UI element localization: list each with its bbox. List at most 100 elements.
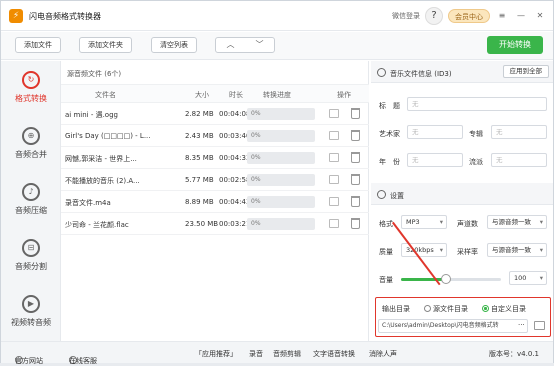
table-row[interactable]: ai mini - 遇.ogg 2.82 MB 00:04:08 0% bbox=[61, 103, 369, 125]
col-duration: 时长 bbox=[229, 91, 243, 99]
output-source-radio[interactable]: 源文件目录 bbox=[424, 304, 468, 314]
record-link[interactable]: 录音 bbox=[249, 349, 263, 359]
output-custom-radio[interactable]: 自定义目录 bbox=[482, 304, 526, 314]
delete-icon[interactable] bbox=[351, 218, 360, 229]
channel-select[interactable]: 与源音频一致 bbox=[487, 215, 547, 229]
sidebar-item-split[interactable]: ⊟ 音频分割 bbox=[1, 229, 61, 285]
file-duration: 00:02:58 bbox=[219, 176, 251, 184]
close-icon[interactable]: ✕ bbox=[533, 9, 547, 23]
folder-icon[interactable] bbox=[329, 197, 339, 206]
move-up-button[interactable]: ︿ bbox=[216, 38, 245, 52]
file-size: 8.35 MB bbox=[185, 154, 214, 162]
title-actions: 微信登录 ? 会员中心 ≡ — ✕ bbox=[392, 7, 547, 25]
browse-button[interactable]: ··· bbox=[518, 321, 525, 329]
id3-header: 音乐文件信息 (ID3) 应用到全部 bbox=[371, 61, 553, 83]
move-down-button[interactable]: ﹀ bbox=[245, 38, 274, 52]
apply-all-button[interactable]: 应用到全部 bbox=[502, 65, 549, 78]
quality-label: 质量 bbox=[379, 248, 393, 256]
add-file-button[interactable]: 添加文件 bbox=[15, 37, 61, 53]
genre-field[interactable]: 无 bbox=[491, 153, 547, 167]
merge-icon: ⊕ bbox=[22, 127, 40, 145]
split-icon: ⊟ bbox=[22, 239, 40, 257]
table-row[interactable]: 不能播放的音乐 (2).A... 5.77 MB 00:02:58 0% bbox=[61, 169, 369, 191]
volume-handle[interactable] bbox=[441, 274, 451, 284]
sidebar-item-label: 音频压缩 bbox=[15, 206, 47, 215]
folder-icon[interactable] bbox=[329, 219, 339, 228]
file-duration: 00:04:43 bbox=[219, 198, 251, 206]
delete-icon[interactable] bbox=[351, 108, 360, 119]
sidebar-item-label: 音频合并 bbox=[15, 150, 47, 159]
progress-bar: 0% bbox=[247, 152, 315, 164]
samplerate-select[interactable]: 与源音频一致 bbox=[487, 243, 547, 257]
toolbar: 添加文件 添加文件夹 清空列表 ︿ ﹀ 开始转换 bbox=[1, 32, 553, 60]
folder-icon[interactable] bbox=[329, 153, 339, 162]
folder-icon[interactable] bbox=[329, 175, 339, 184]
move-buttons: ︿ ﹀ bbox=[215, 37, 275, 53]
col-name: 文件名 bbox=[95, 91, 116, 99]
support-label: 在线客服 bbox=[69, 357, 97, 365]
channel-label: 声道数 bbox=[457, 220, 478, 228]
clear-list-button[interactable]: 清空列表 bbox=[151, 37, 197, 53]
file-list: 源音频文件 (6个) 文件名 大小 时长 转换进度 操作 ai mini - 遇… bbox=[61, 61, 369, 341]
table-row[interactable]: Girl's Day (□□□□) - L... 2.43 MB 00:03:40 0… bbox=[61, 125, 369, 147]
start-convert-button[interactable]: 开始转换 bbox=[487, 36, 543, 54]
col-action: 操作 bbox=[337, 91, 351, 99]
year-field[interactable]: 无 bbox=[407, 153, 463, 167]
sidebar-item-video-to-audio[interactable]: ▶ 视频转音频 bbox=[1, 285, 61, 341]
sidebar-item-compress[interactable]: ♪ 音频压缩 bbox=[1, 173, 61, 229]
folder-icon[interactable] bbox=[329, 109, 339, 118]
menu-icon[interactable]: ≡ bbox=[495, 9, 509, 23]
year-label: 年 份 bbox=[379, 158, 400, 166]
progress-bar: 0% bbox=[247, 218, 315, 230]
add-folder-button[interactable]: 添加文件夹 bbox=[79, 37, 132, 53]
col-size: 大小 bbox=[195, 91, 209, 99]
avatar[interactable]: ? bbox=[425, 7, 443, 25]
radio-selected-icon bbox=[482, 305, 489, 312]
tts-link[interactable]: 文字语音转换 bbox=[313, 349, 355, 359]
app-logo-icon: ⚡ bbox=[9, 9, 23, 23]
progress-bar: 0% bbox=[247, 108, 315, 120]
album-field[interactable]: 无 bbox=[491, 125, 547, 139]
file-name: 少司命 - 兰花颜.flac bbox=[65, 221, 129, 229]
folder-icon[interactable] bbox=[534, 321, 545, 330]
clip-link[interactable]: 音频剪辑 bbox=[273, 349, 301, 359]
delete-icon[interactable] bbox=[351, 130, 360, 141]
delete-icon[interactable] bbox=[351, 152, 360, 163]
version-label: 版本号：v4.0.1 bbox=[489, 350, 539, 358]
delete-icon[interactable] bbox=[351, 174, 360, 185]
vip-center-button[interactable]: 会员中心 bbox=[448, 9, 490, 23]
volume-slider[interactable] bbox=[401, 274, 501, 284]
file-size: 2.43 MB bbox=[185, 132, 214, 140]
sidebar-item-label: 视频转音频 bbox=[11, 318, 51, 327]
settings-header: 设置 bbox=[371, 183, 553, 205]
table-row[interactable]: 录音文件.m4a 8.89 MB 00:04:43 0% bbox=[61, 191, 369, 213]
recommend-label: 「应用推荐」 bbox=[195, 350, 237, 358]
compress-icon: ♪ bbox=[22, 183, 40, 201]
table-row[interactable]: 网憾,郭采洁 - 世界上... 8.35 MB 00:04:33 0% bbox=[61, 147, 369, 169]
output-source-label: 源文件目录 bbox=[433, 305, 468, 313]
settings-panel: 音乐文件信息 (ID3) 应用到全部 标 题 无 艺术家 无 专辑 无 年 份 … bbox=[371, 61, 553, 341]
sidebar-item-format-convert[interactable]: ↻ 格式转换 bbox=[1, 61, 61, 117]
title-field[interactable]: 无 bbox=[407, 97, 547, 111]
minimize-icon[interactable]: — bbox=[514, 9, 528, 23]
output-label: 输出目录 bbox=[382, 305, 410, 313]
delete-icon[interactable] bbox=[351, 196, 360, 207]
progress-bar: 0% bbox=[247, 130, 315, 142]
footer: 官方网站 在线客服 「应用推荐」 录音 音频剪辑 文字语音转换 消除人声 版本号… bbox=[1, 341, 553, 365]
format-select[interactable]: MP3 bbox=[401, 215, 447, 229]
col-progress: 转换进度 bbox=[263, 91, 291, 99]
artist-field[interactable]: 无 bbox=[407, 125, 463, 139]
vocal-remove-link[interactable]: 消除人声 bbox=[369, 349, 397, 359]
file-size: 2.82 MB bbox=[185, 110, 214, 118]
folder-icon[interactable] bbox=[329, 131, 339, 140]
table-row[interactable]: 少司命 - 兰花颜.flac 23.50 MB 00:03:21 0% bbox=[61, 213, 369, 235]
file-list-header: 源音频文件 (6个) bbox=[61, 61, 369, 85]
wechat-login-link[interactable]: 微信登录 bbox=[392, 11, 420, 21]
file-name: 不能播放的音乐 (2).A... bbox=[65, 177, 140, 185]
output-path-field[interactable]: C:\Users\admin\Desktop\闪电音频格式转 bbox=[378, 319, 528, 333]
output-dir-box: 输出目录 源文件目录 自定义目录 C:\Users\admin\Desktop\… bbox=[375, 297, 551, 337]
progress-bar: 0% bbox=[247, 196, 315, 208]
volume-input[interactable]: 100 bbox=[509, 271, 547, 285]
sidebar-item-merge[interactable]: ⊕ 音频合并 bbox=[1, 117, 61, 173]
album-label: 专辑 bbox=[469, 130, 483, 138]
